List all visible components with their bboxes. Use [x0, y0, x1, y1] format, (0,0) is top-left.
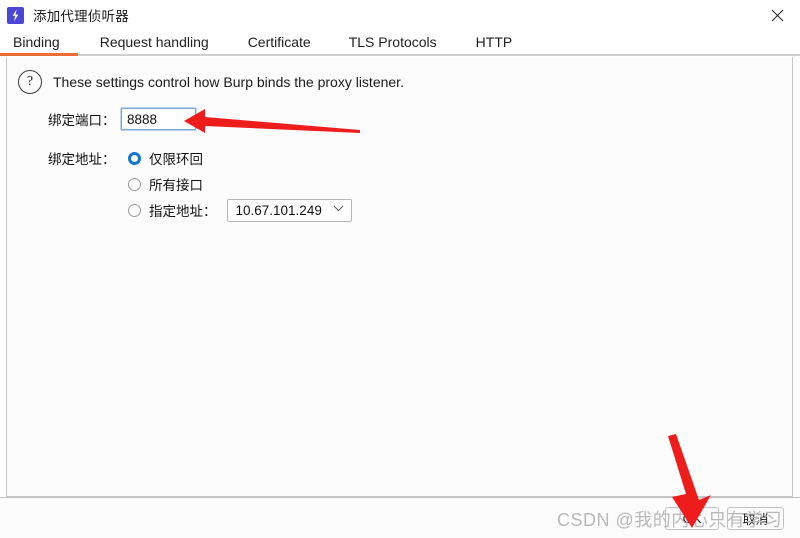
- tab-bar: Binding Request handling Certificate TLS…: [0, 30, 800, 55]
- dialog-footer: OK 取消: [0, 498, 800, 538]
- tab-active-indicator: [0, 53, 78, 56]
- bind-address-label: 绑定地址：: [48, 152, 116, 167]
- radio-all-interfaces-icon[interactable]: [128, 177, 141, 191]
- tab-tls-protocols[interactable]: TLS Protocols: [349, 34, 437, 55]
- specific-address-value: 10.67.101.249: [235, 202, 322, 218]
- tab-binding[interactable]: Binding: [13, 34, 60, 55]
- radio-specific-address-label: 指定地址：: [149, 204, 217, 219]
- tab-request-handling[interactable]: Request handling: [100, 34, 209, 55]
- radio-option-all-interfaces[interactable]: 所有接口: [128, 171, 352, 197]
- ok-button[interactable]: OK: [665, 507, 719, 530]
- window-titlebar: 添加代理侦听器: [0, 0, 800, 31]
- info-text: These settings control how Burp binds th…: [53, 74, 404, 90]
- radio-loopback-only-label: 仅限环回: [149, 152, 203, 167]
- radio-all-interfaces-label: 所有接口: [149, 178, 203, 193]
- chevron-down-icon: [333, 205, 344, 215]
- bind-port-input[interactable]: [120, 107, 197, 131]
- info-row: ? These settings control how Burp binds …: [18, 70, 404, 94]
- cancel-button[interactable]: 取消: [727, 507, 784, 530]
- question-mark-icon: ?: [18, 70, 42, 94]
- bind-port-row: 绑定端口：: [48, 107, 197, 131]
- radio-option-specific-address[interactable]: 指定地址： 10.67.101.249: [128, 197, 352, 223]
- radio-loopback-only-icon[interactable]: [128, 151, 141, 165]
- tab-certificate[interactable]: Certificate: [248, 34, 311, 55]
- bind-port-label: 绑定端口：: [48, 113, 116, 128]
- binding-settings-panel: ? These settings control how Burp binds …: [6, 57, 793, 497]
- radio-specific-address-icon[interactable]: [128, 203, 141, 217]
- close-icon[interactable]: [754, 0, 800, 30]
- specific-address-dropdown[interactable]: 10.67.101.249: [226, 198, 352, 222]
- window-title: 添加代理侦听器: [33, 9, 129, 24]
- bind-address-radio-group: 仅限环回 所有接口 指定地址： 10.67.101.249: [128, 145, 352, 223]
- burp-lightning-icon: [7, 6, 24, 24]
- tab-http[interactable]: HTTP: [476, 34, 513, 55]
- radio-option-loopback-only[interactable]: 仅限环回: [128, 145, 352, 171]
- tab-underline-track: [0, 54, 800, 56]
